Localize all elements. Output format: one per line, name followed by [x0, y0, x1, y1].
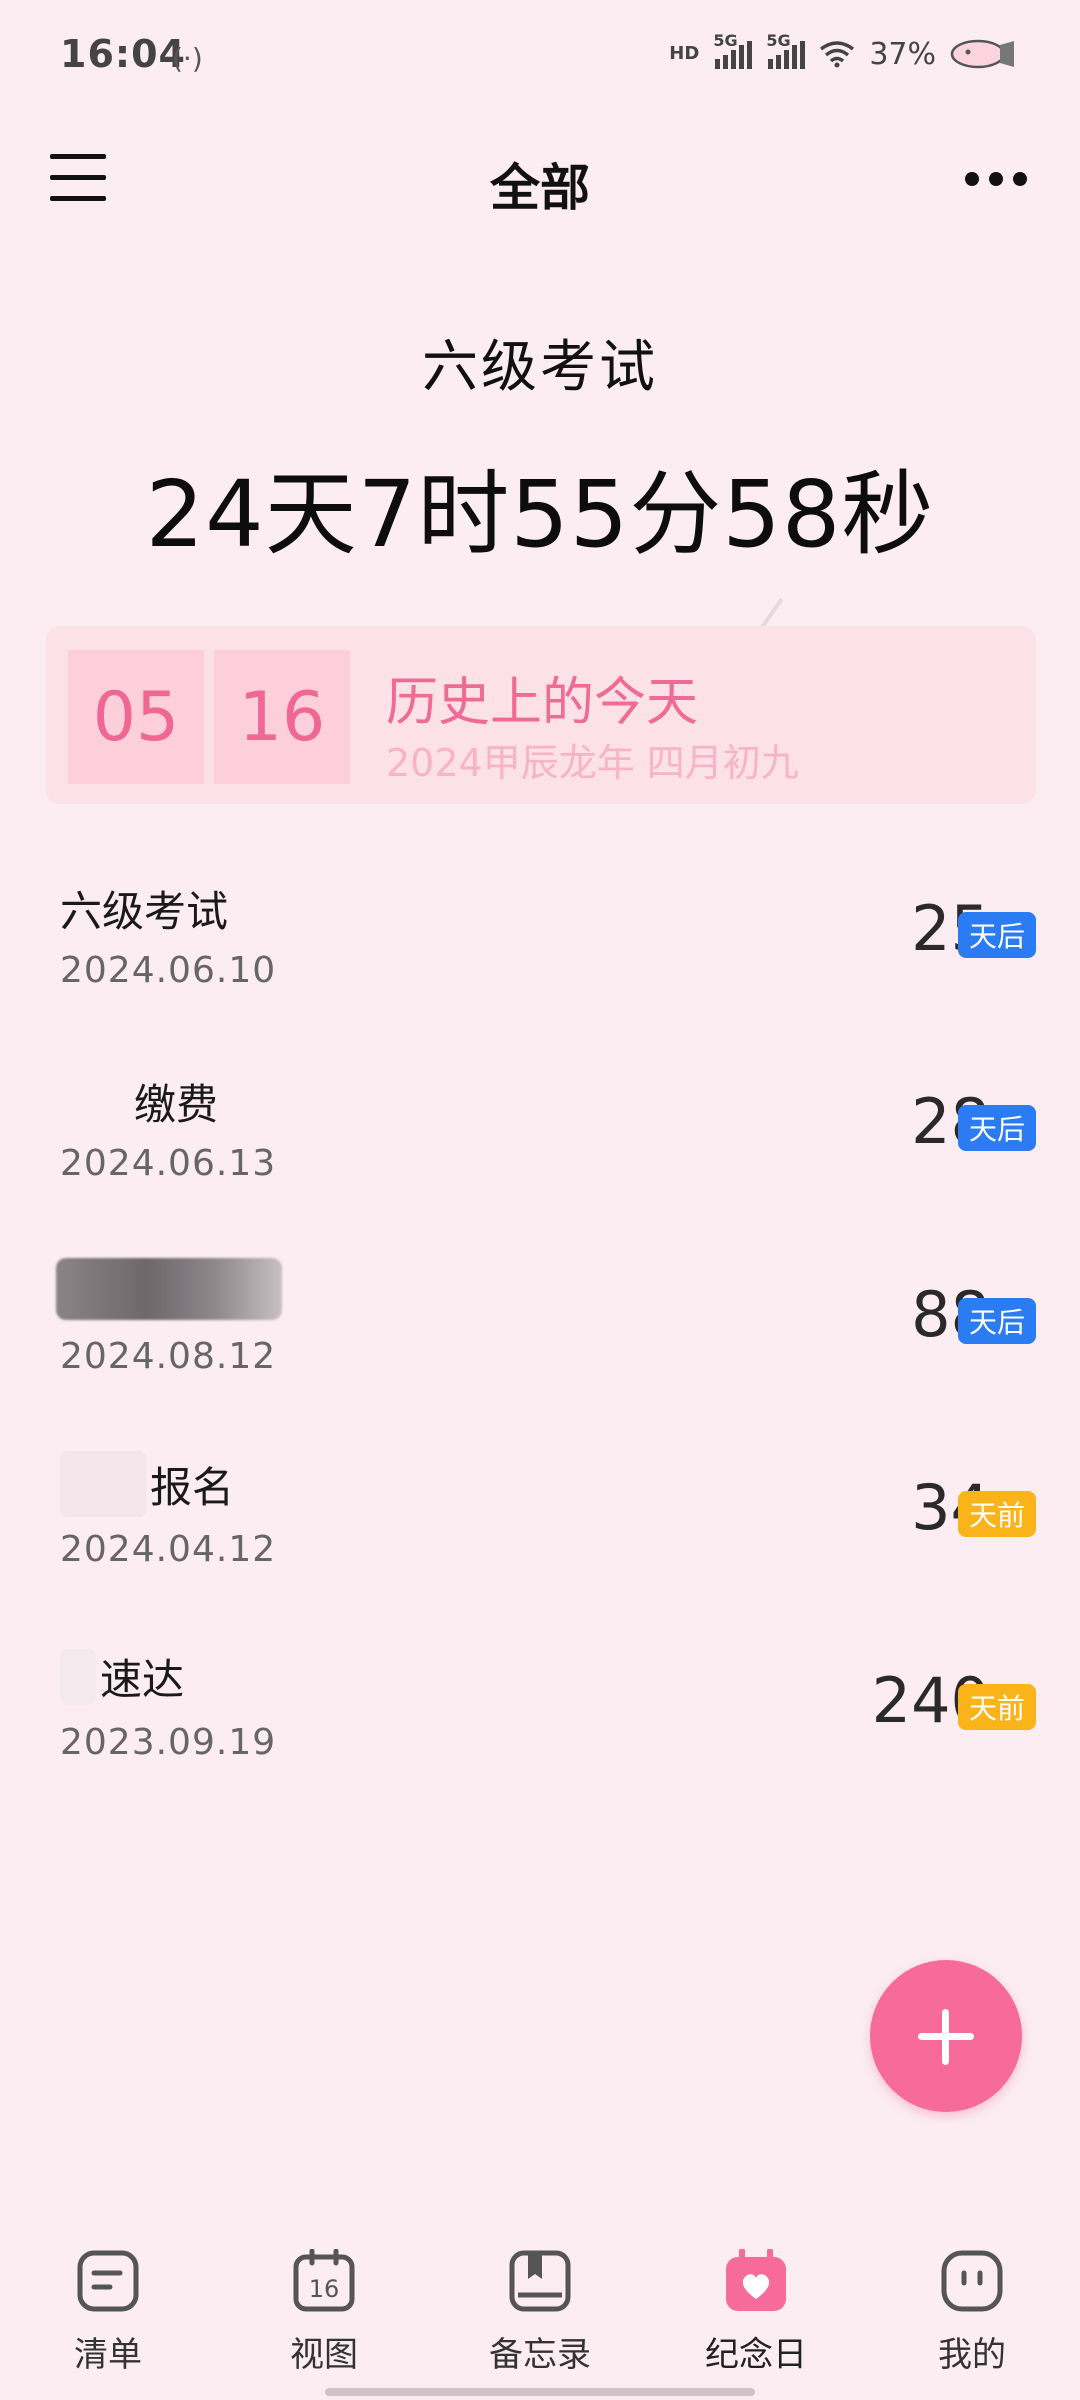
list-item[interactable]: 报名 2024.04.12 34 天前 [0, 1429, 1080, 1622]
page-title: 全部 [490, 159, 590, 217]
event-name: 缴费 [60, 1071, 218, 1132]
redacted-block [56, 1258, 282, 1320]
list-item[interactable]: 六级考试 2024.06.10 25 天后 [0, 850, 1080, 1043]
status-badge: 天后 [958, 1298, 1036, 1344]
event-name: 速达 [60, 1646, 184, 1707]
status-icons: HD 5G 5G 37% [669, 31, 1018, 74]
status-badge: 天后 [958, 1105, 1036, 1151]
event-name: 报名 [60, 1451, 234, 1517]
event-name: 六级考试 [60, 878, 228, 939]
battery-icon [950, 39, 1014, 69]
hd-icon: HD [669, 43, 700, 64]
nav-item-view[interactable]: 16 视图 [216, 2235, 432, 2375]
event-name-text: 速达 [100, 1655, 185, 1704]
redacted-block [60, 1648, 96, 1705]
event-date: 2024.04.12 [60, 1529, 277, 1570]
event-list: 六级考试 2024.06.10 25 天后 缴费 2024.06.13 28 天… [0, 850, 1080, 1815]
nav-item-list[interactable]: 清单 [0, 2235, 216, 2375]
event-date: 2024.06.10 [60, 950, 277, 991]
nav-item-anniversary[interactable]: 纪念日 [648, 2235, 864, 2375]
event-date: 2024.08.12 [60, 1336, 277, 1377]
list-item[interactable]: 缴费 2024.06.13 28 天后 [0, 1043, 1080, 1236]
nav-item-profile[interactable]: 我的 [864, 2235, 1080, 2375]
today-day: 16 [214, 650, 350, 784]
calendar-icon-number: 16 [309, 2275, 340, 2303]
status-badge: 天前 [958, 1491, 1036, 1537]
list-icon [77, 2250, 139, 2312]
today-in-history-card[interactable]: 05 16 历史上的今天 2024甲辰龙年 四月初九 [46, 626, 1036, 804]
redacted-block [60, 1074, 130, 1130]
today-month: 05 [68, 650, 204, 784]
today-title: 历史上的今天 [386, 673, 699, 733]
home-indicator[interactable] [325, 2388, 755, 2396]
status-badge: 天后 [958, 912, 1036, 958]
nav-item-memo[interactable]: 备忘录 [432, 2235, 648, 2375]
featured-event-name[interactable]: 六级考试 [0, 322, 1080, 403]
calendar-icon: 16 [293, 2249, 355, 2312]
signal-icon: 5G [766, 31, 806, 69]
list-item[interactable]: 速达 2023.09.19 240 天前 [0, 1622, 1080, 1815]
sim2-label: 5G [766, 31, 791, 50]
nav-label: 备忘录 [489, 2335, 591, 2375]
nav-label: 我的 [938, 2335, 1006, 2375]
event-name-text: 六级考试 [60, 887, 229, 936]
heart-calendar-icon [726, 2249, 786, 2311]
list-item[interactable]: 2024.08.12 88 天后 [0, 1236, 1080, 1429]
event-date: 2023.09.19 [60, 1722, 277, 1763]
nav-label: 清单 [74, 2335, 142, 2375]
sim1-label: 5G [713, 31, 738, 50]
anniversary-screen: 16:04 (·) HD 5G 5G 37% 全部 六级考试 24天7时55分5… [0, 0, 1080, 2400]
bottom-nav: 清单 16 视图 备忘录 纪念日 我的 [0, 2235, 1080, 2375]
event-name [56, 1258, 286, 1320]
more-icon[interactable] [960, 164, 1032, 194]
signal-icon: 5G [713, 31, 753, 69]
hotspot-icon: (·) [172, 42, 203, 75]
decorative-line [760, 597, 784, 629]
notebook-icon [509, 2250, 571, 2312]
redacted-block [60, 1451, 146, 1517]
add-button[interactable] [870, 1960, 1022, 2112]
status-time: 16:04 [60, 32, 186, 76]
nav-label: 纪念日 [705, 2335, 807, 2375]
profile-icon [941, 2250, 1003, 2312]
nav-label: 视图 [290, 2335, 358, 2375]
wifi-icon [820, 41, 855, 68]
status-badge: 天前 [958, 1684, 1036, 1730]
today-lunar-date: 2024甲辰龙年 四月初九 [386, 741, 799, 785]
battery-percent: 37% [869, 36, 936, 72]
event-name-text: 缴费 [134, 1080, 219, 1129]
featured-countdown: 24天7时55分58秒 [145, 461, 935, 568]
app-header: 全部 [0, 120, 1080, 240]
event-date: 2024.06.13 [60, 1143, 277, 1184]
status-bar: 16:04 (·) HD 5G 5G 37% [0, 0, 1080, 110]
event-name-text: 报名 [150, 1462, 235, 1512]
